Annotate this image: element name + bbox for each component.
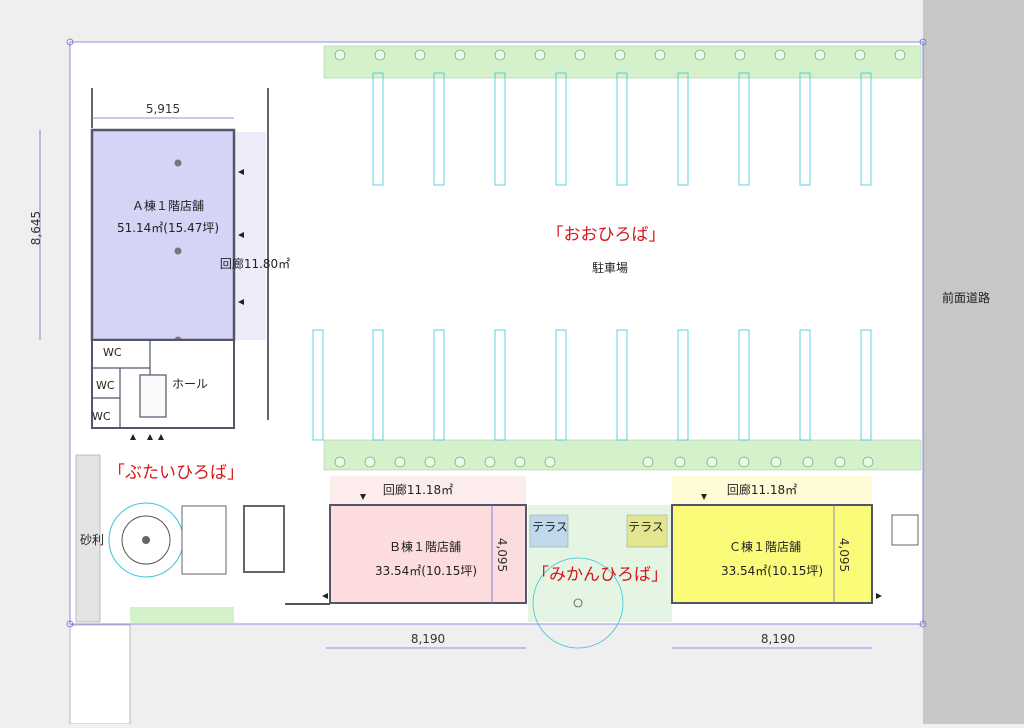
corridor-a-label: 回廊11.80㎡ [220, 256, 290, 271]
store-c-name: Ｃ棟１階店舗 [729, 539, 801, 554]
store-a-name: Ａ棟１階店舗 [132, 198, 204, 213]
parking-label: 駐車場 [592, 260, 628, 275]
terrace-right-label: テラス [628, 520, 664, 534]
column-dot [174, 159, 182, 167]
stage-room [243, 505, 285, 573]
butai-label: 「ぶたいひろば」 [108, 463, 244, 483]
corridor-c-label: 回廊11.18㎡ [727, 482, 797, 497]
corridor-b-label: 回廊11.18㎡ [383, 482, 453, 497]
wc-label-1: WC [103, 346, 122, 359]
lower-outer-area [130, 625, 923, 724]
dimension-a-height: 8,645 [29, 211, 43, 245]
hall-label: ホール [172, 377, 208, 391]
dimension-b-width: 8,190 [411, 632, 445, 646]
oohiroba-label: 「おおひろば」 [547, 225, 666, 245]
wc-label-3: WC [92, 410, 111, 423]
column-dot [174, 247, 182, 255]
stage-stairs [181, 505, 227, 575]
dimension-c-width: 8,190 [761, 632, 795, 646]
store-b-area: 33.54㎡(10.15坪) [375, 564, 477, 578]
store-a-room [90, 128, 236, 342]
mikan-label: 「みかんひろば」 [532, 565, 668, 585]
store-a-area: 51.14㎡(15.47坪) [117, 221, 219, 235]
lower-left-path [69, 624, 131, 725]
wc-label-2: WC [96, 379, 115, 392]
stair-c [891, 514, 919, 546]
road-strip [923, 0, 1024, 724]
green-strip-bottom [323, 439, 922, 471]
floor-plan: 5,915 8,645 Ａ棟１階店舗 51.14㎡(15.47坪) 回廊11.8… [0, 0, 1024, 725]
stage-center [142, 536, 150, 544]
gravel-label: 砂利 [80, 533, 104, 547]
store-c-area: 33.54㎡(10.15坪) [721, 564, 823, 578]
terrace-left-label: テラス [532, 520, 568, 534]
store-b-name: Ｂ棟１階店舗 [389, 539, 461, 554]
stage-green [130, 607, 234, 623]
corridor-a [234, 132, 266, 340]
dimension-b-height: 4,095 [495, 538, 509, 572]
dimension-a-width: 5,915 [146, 102, 180, 116]
road-label: 前面道路 [942, 290, 990, 305]
dimension-c-height: 4,095 [837, 538, 851, 572]
